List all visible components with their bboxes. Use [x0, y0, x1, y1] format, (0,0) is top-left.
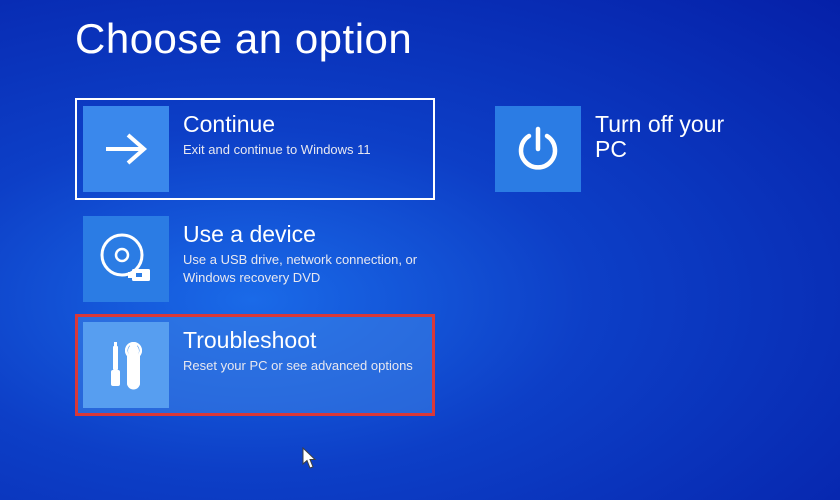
tile-title: Troubleshoot — [183, 328, 427, 353]
tile-troubleshoot[interactable]: Troubleshoot Reset your PC or see advanc… — [75, 314, 435, 416]
tile-title: Use a device — [183, 222, 427, 247]
tiles-area: Continue Exit and continue to Windows 11 — [75, 98, 765, 416]
tile-desc: Exit and continue to Windows 11 — [183, 141, 427, 159]
tile-desc: Use a USB drive, network connection, or … — [183, 251, 427, 286]
disc-usb-icon — [83, 216, 169, 302]
tile-text: Turn off your PC — [581, 106, 757, 167]
tools-icon — [83, 322, 169, 408]
tile-turn-off[interactable]: Turn off your PC — [487, 98, 765, 200]
power-icon — [495, 106, 581, 192]
tile-desc: Reset your PC or see advanced options — [183, 357, 427, 375]
tile-text: Troubleshoot Reset your PC or see advanc… — [169, 322, 427, 375]
tile-text: Use a device Use a USB drive, network co… — [169, 216, 427, 286]
tile-continue[interactable]: Continue Exit and continue to Windows 11 — [75, 98, 435, 200]
left-column: Continue Exit and continue to Windows 11 — [75, 98, 435, 416]
tile-use-device[interactable]: Use a device Use a USB drive, network co… — [75, 208, 435, 310]
mouse-cursor — [302, 447, 320, 471]
page-title: Choose an option — [75, 15, 765, 63]
tile-title: Continue — [183, 112, 427, 137]
arrow-right-icon — [83, 106, 169, 192]
tile-title: Turn off your PC — [595, 112, 757, 163]
tile-text: Continue Exit and continue to Windows 11 — [169, 106, 427, 159]
